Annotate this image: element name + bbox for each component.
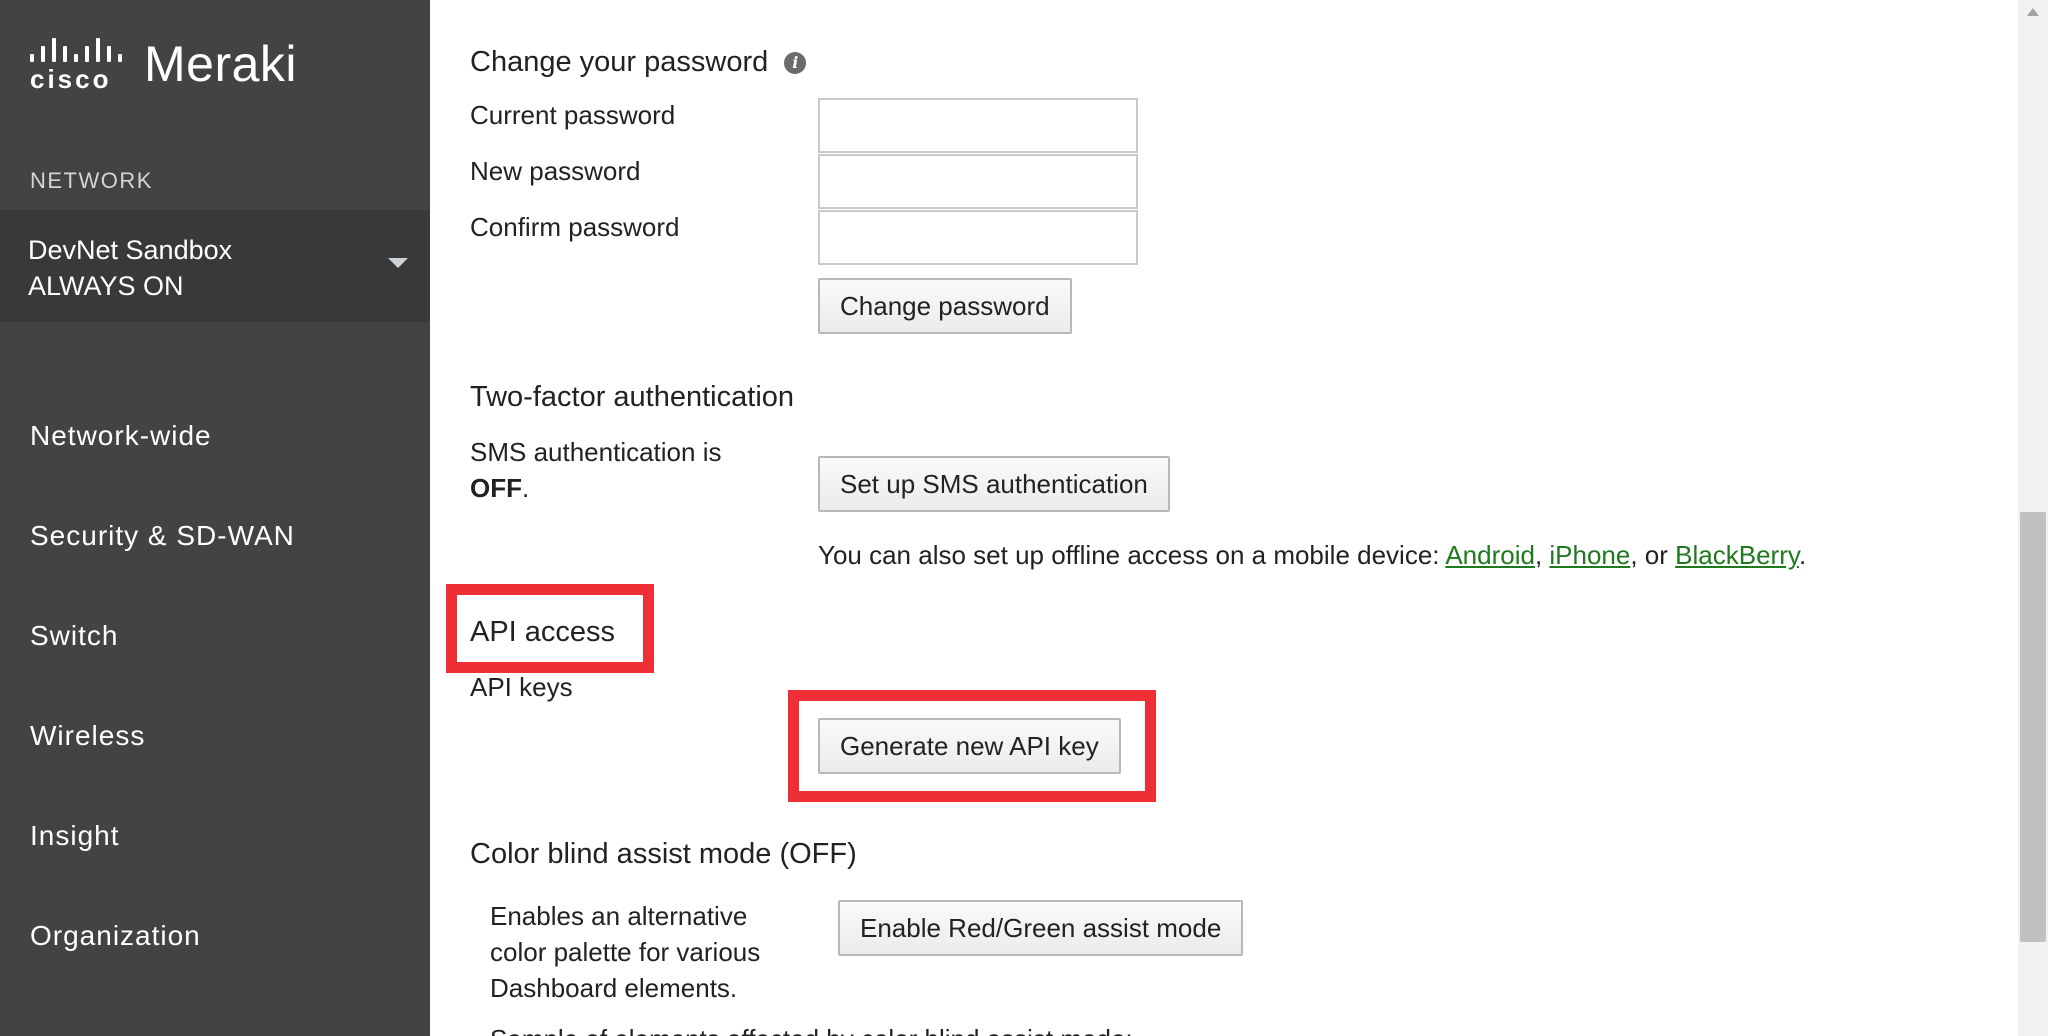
cisco-bars-icon (30, 36, 122, 62)
two-factor-heading: Two-factor authentication (470, 381, 795, 413)
password-section: Change your password i (470, 46, 807, 79)
scroll-up-icon[interactable] (2027, 8, 2039, 16)
sidebar-item-wireless[interactable]: Wireless (0, 686, 430, 786)
sidebar-item-insight[interactable]: Insight (0, 786, 430, 886)
info-icon[interactable]: i (784, 51, 807, 74)
brand-logo[interactable]: cisco Meraki (30, 34, 297, 94)
sidebar-item-network-wide[interactable]: Network-wide (0, 386, 430, 486)
scrollbar-thumb[interactable] (2020, 512, 2046, 942)
current-password-label: Current password (470, 100, 676, 130)
color-blind-description: Enables an alternative color palette for… (490, 898, 760, 1006)
api-button-highlight (788, 690, 1156, 802)
sidebar-item-security-sd-wan[interactable]: Security & SD-WAN (0, 486, 430, 586)
offline-end: . (1798, 540, 1807, 570)
confirm-password-label: Confirm password (470, 212, 680, 242)
network-selector[interactable]: DevNet Sandbox ALWAYS ON (0, 210, 430, 322)
enable-color-assist-button[interactable]: Enable Red/Green assist mode (838, 900, 1244, 956)
color-blind-description-line1: Enables an alternative (490, 901, 748, 931)
sms-status-suffix: . (522, 473, 530, 503)
network-label: NETWORK (30, 168, 153, 193)
cisco-wordmark: cisco (30, 64, 112, 94)
color-blind-heading: Color blind assist mode (OFF) (470, 838, 857, 870)
offline-access-text: You can also set up offline access on a … (818, 540, 1806, 571)
sms-status-prefix: SMS authentication is (470, 437, 722, 467)
page-scrollbar[interactable] (2018, 0, 2048, 1036)
iphone-link[interactable]: iPhone (1549, 540, 1630, 570)
change-password-button[interactable]: Change password (818, 278, 1072, 334)
confirm-password-input[interactable] (818, 210, 1138, 265)
offline-access-intro: You can also set up offline access on a … (818, 540, 1446, 570)
api-keys-label: API keys (470, 672, 573, 702)
cisco-logo-icon: cisco (30, 36, 122, 92)
sidebar-nav: Network-wide Security & SD-WAN Switch Wi… (0, 386, 430, 986)
network-name-line1: DevNet Sandbox (28, 235, 233, 265)
meraki-wordmark: Meraki (144, 36, 298, 92)
blackberry-link[interactable]: BlackBerry (1675, 540, 1799, 570)
password-heading: Change your password (470, 46, 769, 78)
color-blind-description-line2: color palette for various (490, 937, 761, 967)
current-password-input[interactable] (818, 98, 1138, 153)
main-content: Change your password i Current password … (430, 0, 2018, 1036)
sidebar-item-switch[interactable]: Switch (0, 586, 430, 686)
sms-status-value: OFF (470, 473, 522, 503)
sidebar: cisco Meraki NETWORK DevNet Sandbox ALWA… (0, 0, 430, 1036)
offline-sep-2: , or (1630, 540, 1676, 570)
network-name-line2: ALWAYS ON (28, 271, 184, 301)
offline-sep-1: , (1534, 540, 1550, 570)
new-password-label: New password (470, 156, 641, 186)
sidebar-item-organization[interactable]: Organization (0, 886, 430, 986)
color-blind-description-line3: Dashboard elements. (490, 973, 738, 1003)
api-heading-highlight (446, 584, 654, 673)
new-password-input[interactable] (818, 154, 1138, 209)
sms-status: SMS authentication is OFF. (470, 434, 721, 506)
setup-sms-button[interactable]: Set up SMS authentication (818, 456, 1170, 512)
color-blind-sample-text: Sample of elements affected by color bli… (490, 1024, 1133, 1036)
app-window: cisco Meraki NETWORK DevNet Sandbox ALWA… (0, 0, 2048, 1036)
chevron-down-icon[interactable] (388, 258, 408, 268)
android-link[interactable]: Android (1445, 540, 1535, 570)
